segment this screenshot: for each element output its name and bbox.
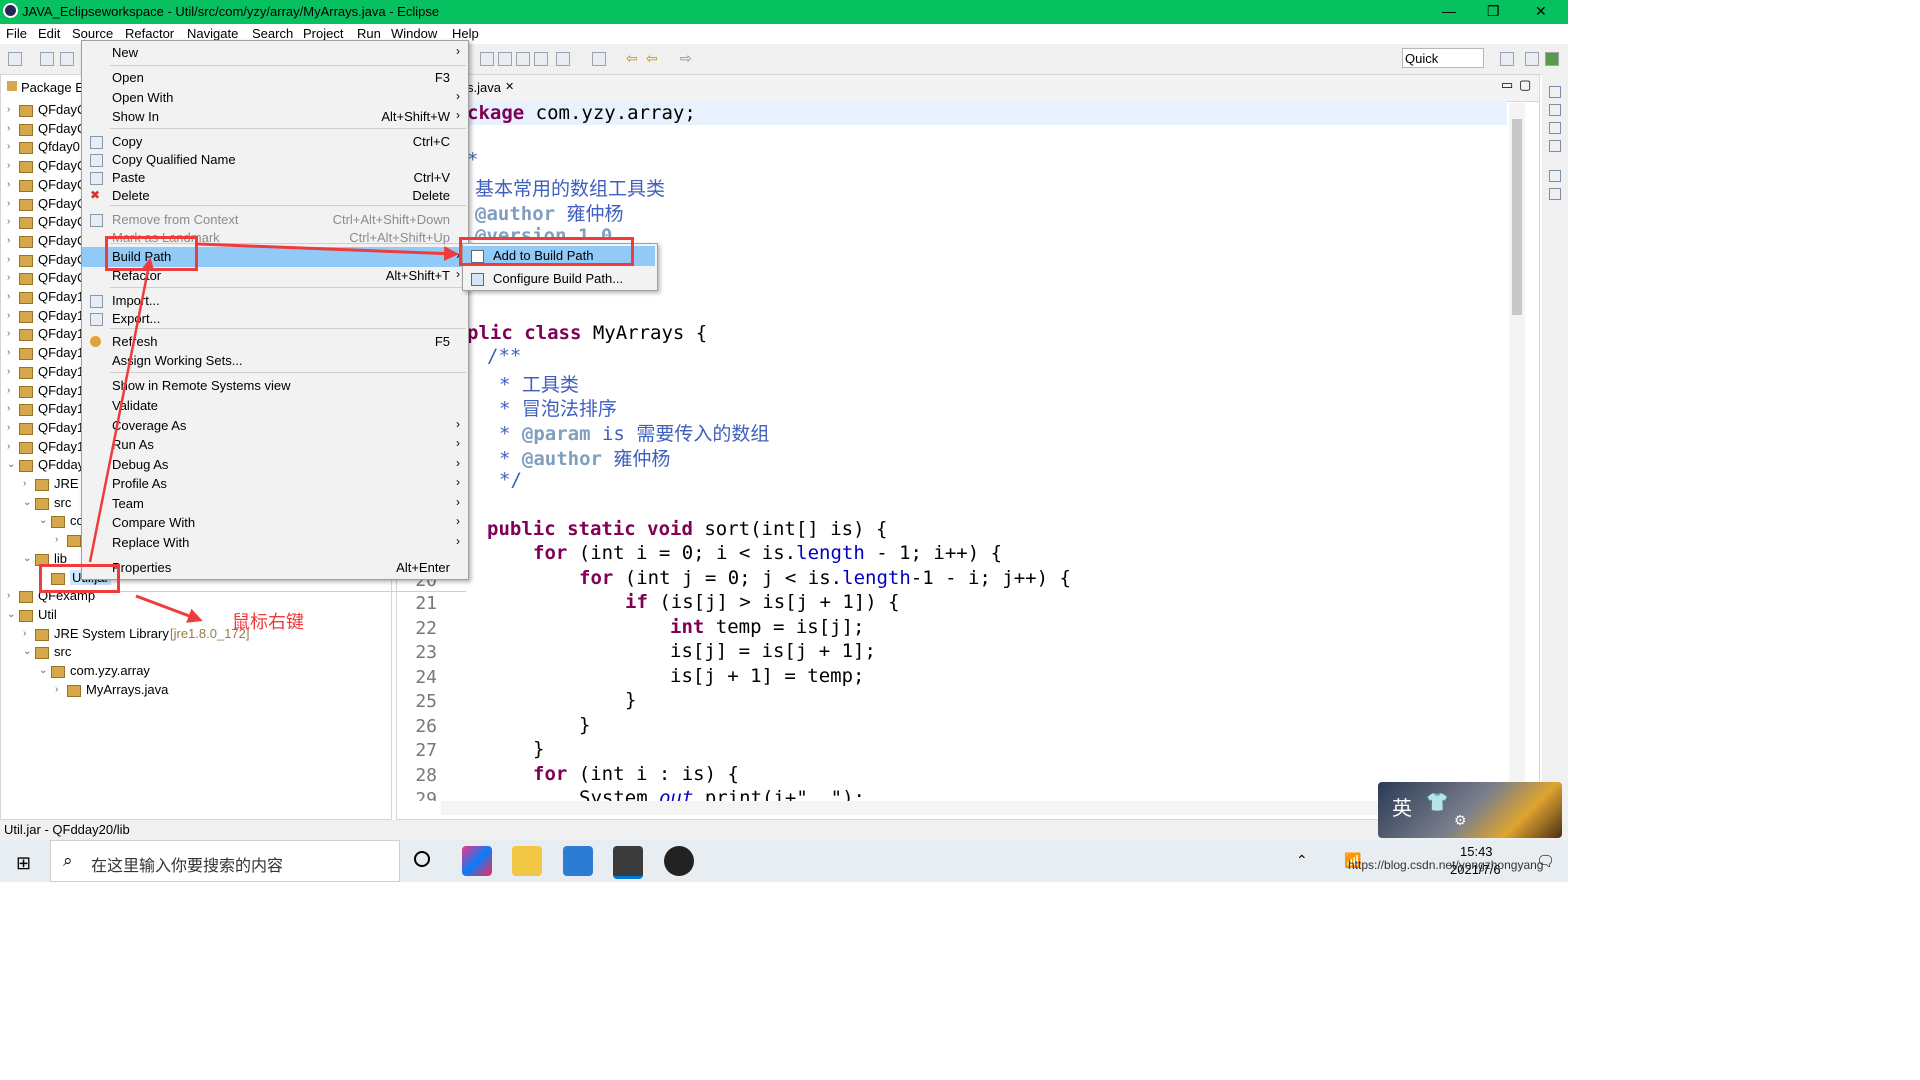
- tray-chevron-icon[interactable]: ⌃: [1296, 852, 1308, 869]
- search-placeholder: 在这里输入你要搜索的内容: [91, 858, 284, 875]
- taskbar: ⊞ ⌕ 在这里输入你要搜索的内容 ⌃ 📶 15:43 2021/7/6 http…: [0, 840, 1568, 882]
- ime-shirt-icon: 👕: [1426, 792, 1449, 812]
- arrow-to-build-path: [88, 257, 155, 563]
- arrow-to-submenu: [197, 242, 459, 262]
- ime-language-label: 英: [1392, 798, 1412, 820]
- notification-icon[interactable]: 🗨: [1536, 852, 1555, 870]
- file-explorer-icon[interactable]: [512, 846, 542, 876]
- ime-widget[interactable]: 英 👕 ⚙: [1378, 782, 1562, 838]
- arrow-to-annotation: [135, 594, 203, 623]
- eclipse-taskbar-icon[interactable]: [613, 846, 643, 879]
- ime-settings-icon: ⚙: [1454, 812, 1467, 828]
- app-taskbar-icon[interactable]: [664, 846, 694, 876]
- status-text: Util.jar - QFdday20/lib: [4, 822, 130, 837]
- annotation-arrows: [88, 242, 459, 623]
- taskbar-search[interactable]: ⌕ 在这里输入你要搜索的内容: [50, 840, 400, 882]
- cortana-icon[interactable]: [414, 851, 430, 867]
- search-icon: ⌕: [63, 851, 73, 870]
- windows-start-icon[interactable]: ⊞: [16, 853, 31, 874]
- status-bar: Util.jar - QFdday20/lib: [0, 820, 1568, 840]
- media-player-icon[interactable]: [563, 846, 593, 876]
- clock-time[interactable]: 15:43: [1460, 844, 1493, 859]
- intellij-icon[interactable]: [462, 846, 492, 876]
- right-click-annotation: 鼠标右键: [232, 612, 304, 632]
- watermark-text: https://blog.csdn.net/yongzhongyang: [1348, 858, 1544, 872]
